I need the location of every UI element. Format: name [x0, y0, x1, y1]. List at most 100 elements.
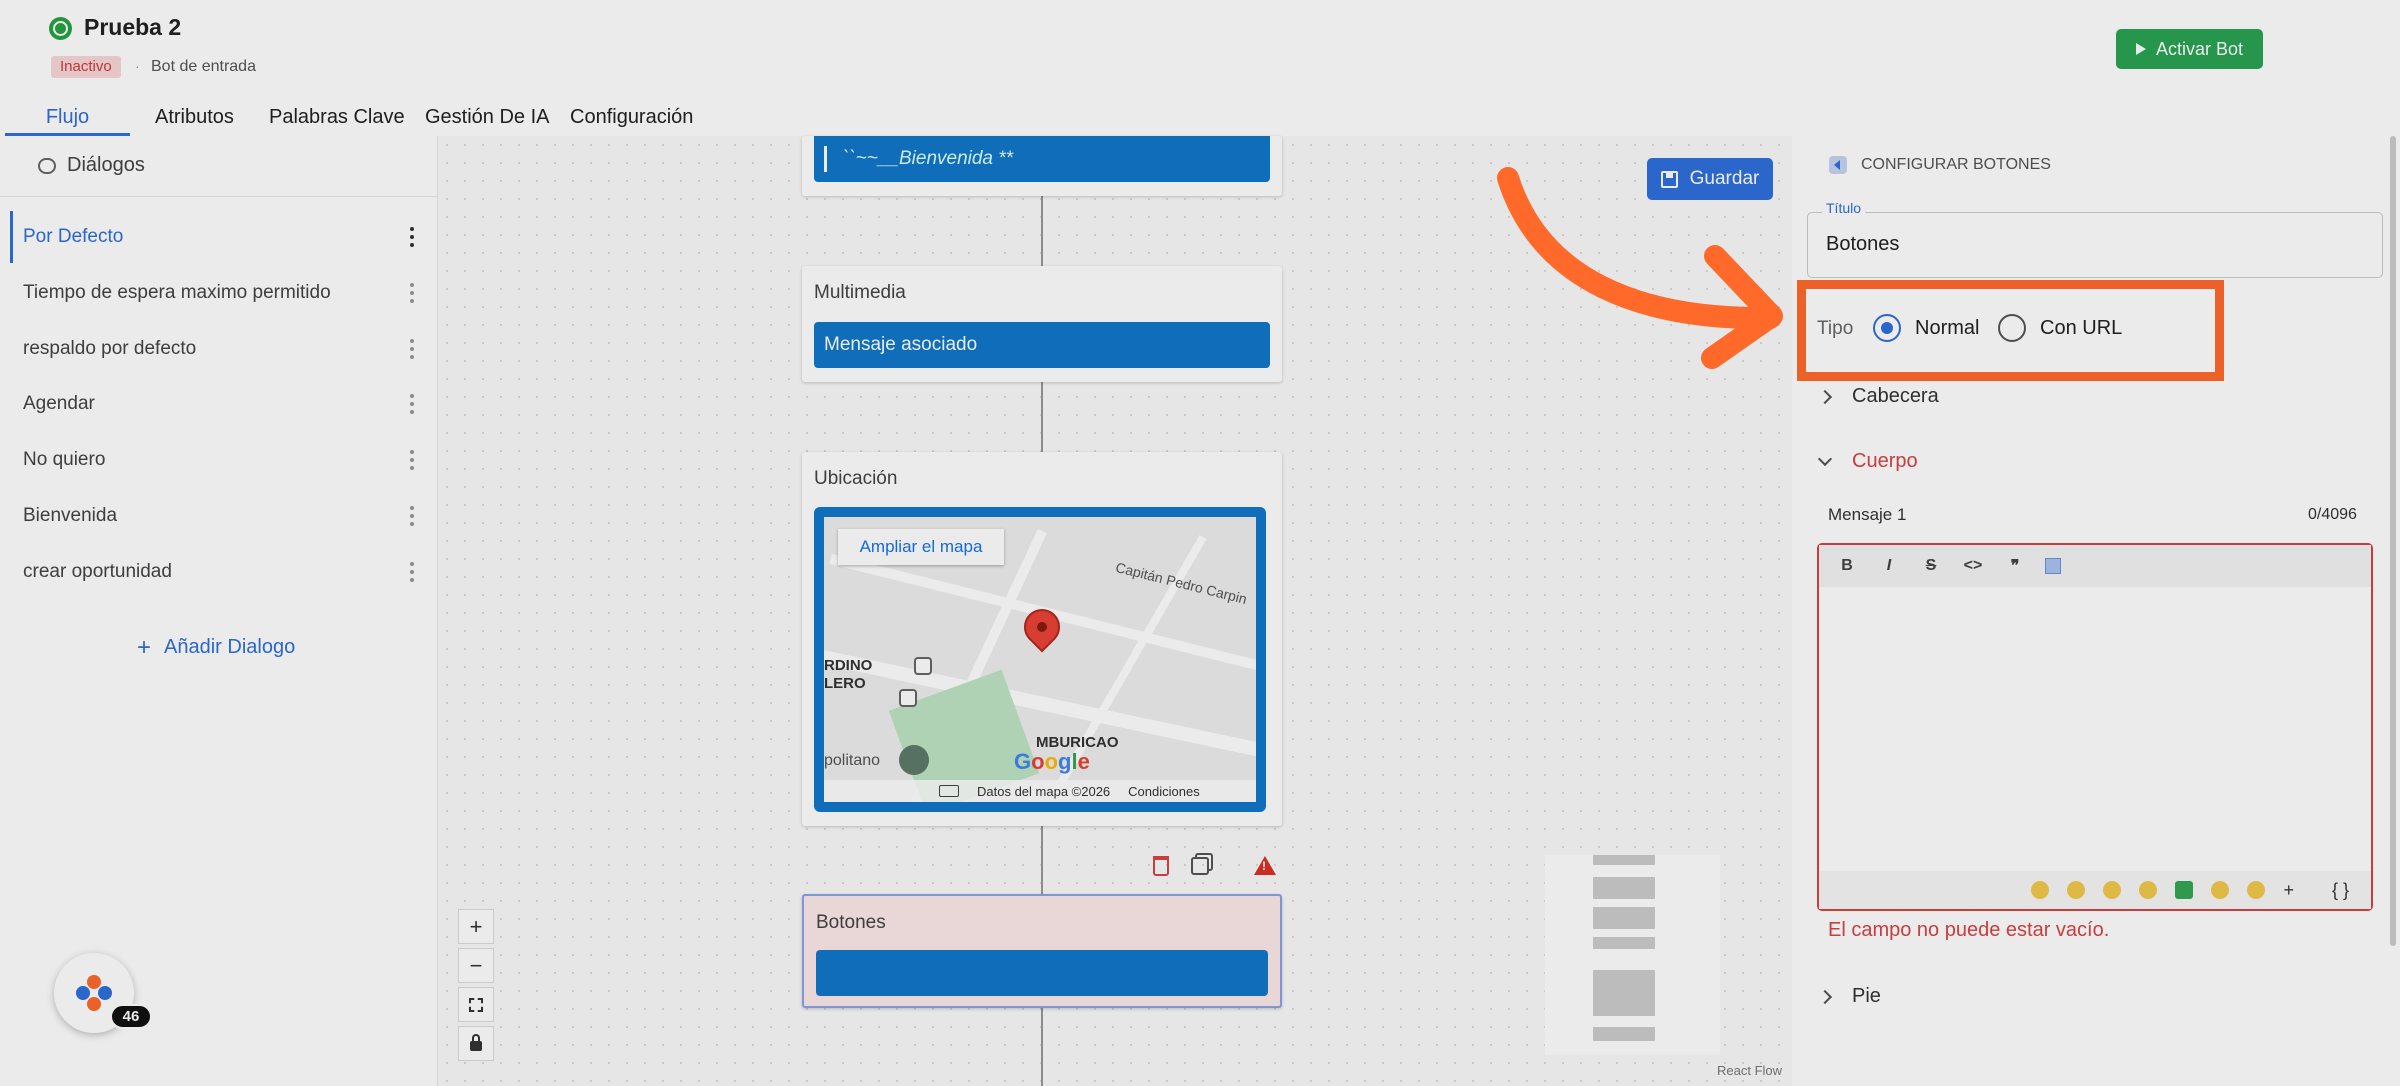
dialog-item-no-quiero[interactable]: No quiero [10, 434, 428, 486]
tab-configuracion[interactable]: Configuración [570, 104, 693, 136]
canvas-controls: + − [458, 909, 494, 1061]
whatsapp-icon [49, 17, 72, 40]
map-data-credit: Datos del mapa ©2026 [977, 783, 1111, 799]
emoji-icon[interactable] [2031, 881, 2050, 899]
dialog-item-bienvenida[interactable]: Bienvenida [10, 490, 428, 542]
keyboard-icon[interactable] [939, 785, 959, 797]
radio-normal[interactable] [1873, 314, 1901, 342]
save-button[interactable]: Guardar [1647, 158, 1773, 200]
add-dialog-label: Añadir Dialogo [164, 636, 296, 658]
react-flow-attribution[interactable]: React Flow [1717, 1063, 1782, 1078]
zoom-out-button[interactable]: − [458, 948, 494, 983]
map-conditions-link[interactable]: Condiciones [1128, 784, 1200, 799]
kebab-menu-icon[interactable] [410, 227, 414, 247]
dialog-item-respaldo[interactable]: respaldo por defecto [10, 323, 428, 375]
editor-footer: + { } [1819, 871, 2371, 909]
dialog-item-crear-oportunidad[interactable]: crear oportunidad [10, 546, 428, 598]
kebab-menu-icon[interactable] [410, 562, 414, 582]
flow-node-location[interactable]: Ubicación Ampliar el mapa Capitán Pedro … [802, 452, 1282, 826]
node-message-bar: Mensaje asociado [814, 322, 1270, 368]
section-pie[interactable]: Pie [1817, 985, 1881, 1008]
lock-button[interactable] [458, 1026, 494, 1061]
add-emoji-button[interactable]: + [2283, 880, 2294, 901]
flow-edge [1041, 382, 1043, 452]
status-badge: Inactivo [51, 56, 121, 78]
bold-button[interactable]: B [1835, 557, 1859, 575]
node-title: Multimedia [814, 282, 906, 303]
kebab-menu-icon[interactable] [410, 450, 414, 470]
flow-edge [1041, 1008, 1043, 1086]
bus-stop-icon [914, 657, 932, 675]
tab-flujo[interactable]: Flujo [5, 104, 130, 136]
location-map[interactable]: Ampliar el mapa Capitán Pedro Carpin RDI… [814, 507, 1266, 812]
flow-node-text[interactable]: ``~~__Bienvenida ** [802, 136, 1282, 196]
tab-atributos[interactable]: Atributos [155, 104, 234, 136]
emoji-icon[interactable] [2247, 881, 2266, 899]
emoji-check-icon[interactable] [2175, 881, 2194, 899]
back-icon[interactable] [1829, 156, 1847, 174]
activate-bot-button[interactable]: Activar Bot [2116, 29, 2263, 69]
dialog-item-label: Bienvenida [23, 505, 118, 526]
zoom-in-button[interactable]: + [458, 909, 494, 944]
tab-gestion-ia[interactable]: Gestión De IA [425, 104, 550, 136]
kebab-menu-icon[interactable] [410, 339, 414, 359]
save-label: Guardar [1689, 168, 1760, 189]
flow-edge [1041, 826, 1043, 894]
minimap-node [1593, 907, 1655, 929]
italic-button[interactable]: I [1877, 557, 1901, 575]
dialogs-title: Diálogos [67, 154, 145, 176]
fit-view-button[interactable] [458, 987, 494, 1022]
panel-header: CONFIGURAR BOTONES [1829, 156, 2051, 174]
dialog-item-tiempo-espera[interactable]: Tiempo de espera maximo permitido [10, 267, 428, 319]
kebab-menu-icon[interactable] [410, 283, 414, 303]
kebab-menu-icon[interactable] [410, 506, 414, 526]
editor-toolbar: B I S <> ❞ [1819, 545, 2371, 587]
notification-count-badge: 46 [110, 1004, 152, 1029]
play-icon [2135, 43, 2146, 55]
dialog-item-label: respaldo por defecto [23, 338, 197, 359]
dialog-item-label: Por Defecto [23, 226, 124, 247]
code-button[interactable]: <> [1961, 557, 1985, 575]
trash-icon[interactable] [1153, 856, 1169, 876]
app-header: Prueba 2 Inactivo · Bot de entrada Activ… [0, 0, 2400, 105]
emoji-icon[interactable] [2067, 881, 2086, 899]
dialog-item-por-defecto[interactable]: Por Defecto [10, 211, 428, 263]
flow-minimap[interactable] [1545, 855, 1720, 1055]
sidebar-divider [0, 196, 438, 197]
dialogs-header: Diálogos [38, 154, 145, 177]
section-cuerpo[interactable]: Cuerpo [1817, 450, 1918, 473]
quote-button[interactable]: ❞ [2003, 556, 2027, 576]
flow-node-multimedia[interactable]: Multimedia Mensaje asociado [802, 266, 1282, 382]
section-cabecera[interactable]: Cabecera [1817, 385, 1939, 408]
image-icon[interactable] [2045, 558, 2061, 574]
add-dialog-button[interactable]: + Añadir Dialogo [137, 635, 296, 659]
bus-stop-icon [899, 689, 917, 707]
flow-node-buttons[interactable]: Botones [802, 894, 1282, 1008]
chat-icon [38, 157, 56, 174]
warning-icon [1254, 856, 1276, 875]
title-input-label: Título [1822, 200, 1866, 216]
emoji-icon[interactable] [2103, 881, 2122, 899]
map-area-label: politano [824, 752, 881, 769]
kebab-menu-icon[interactable] [410, 394, 414, 414]
lock-icon [470, 1033, 482, 1051]
emoji-icon[interactable] [2139, 881, 2158, 899]
strikethrough-button[interactable]: S [1919, 557, 1943, 575]
minimap-node [1593, 1027, 1655, 1041]
copy-icon[interactable] [1191, 857, 1209, 875]
expand-map-button[interactable]: Ampliar el mapa [838, 529, 1004, 565]
node-title: Botones [816, 912, 886, 933]
panel-scrollbar[interactable] [2390, 136, 2396, 946]
radio-normal-label[interactable]: Normal [1915, 317, 1979, 340]
message-editor[interactable]: B I S <> ❞ + { } [1817, 543, 2373, 911]
variables-button[interactable]: { } [2332, 880, 2349, 901]
emoji-icon[interactable] [2211, 881, 2230, 899]
node-title: Ubicación [814, 468, 898, 489]
node-message-bar [816, 950, 1268, 996]
radio-con-url[interactable] [1998, 314, 2026, 342]
radio-con-url-label[interactable]: Con URL [2040, 317, 2122, 340]
dialog-item-agendar[interactable]: Agendar [10, 378, 428, 430]
section-pie-label: Pie [1852, 985, 1881, 1007]
tab-palabras-clave[interactable]: Palabras Clave [269, 104, 405, 136]
place-marker-icon [899, 745, 929, 775]
